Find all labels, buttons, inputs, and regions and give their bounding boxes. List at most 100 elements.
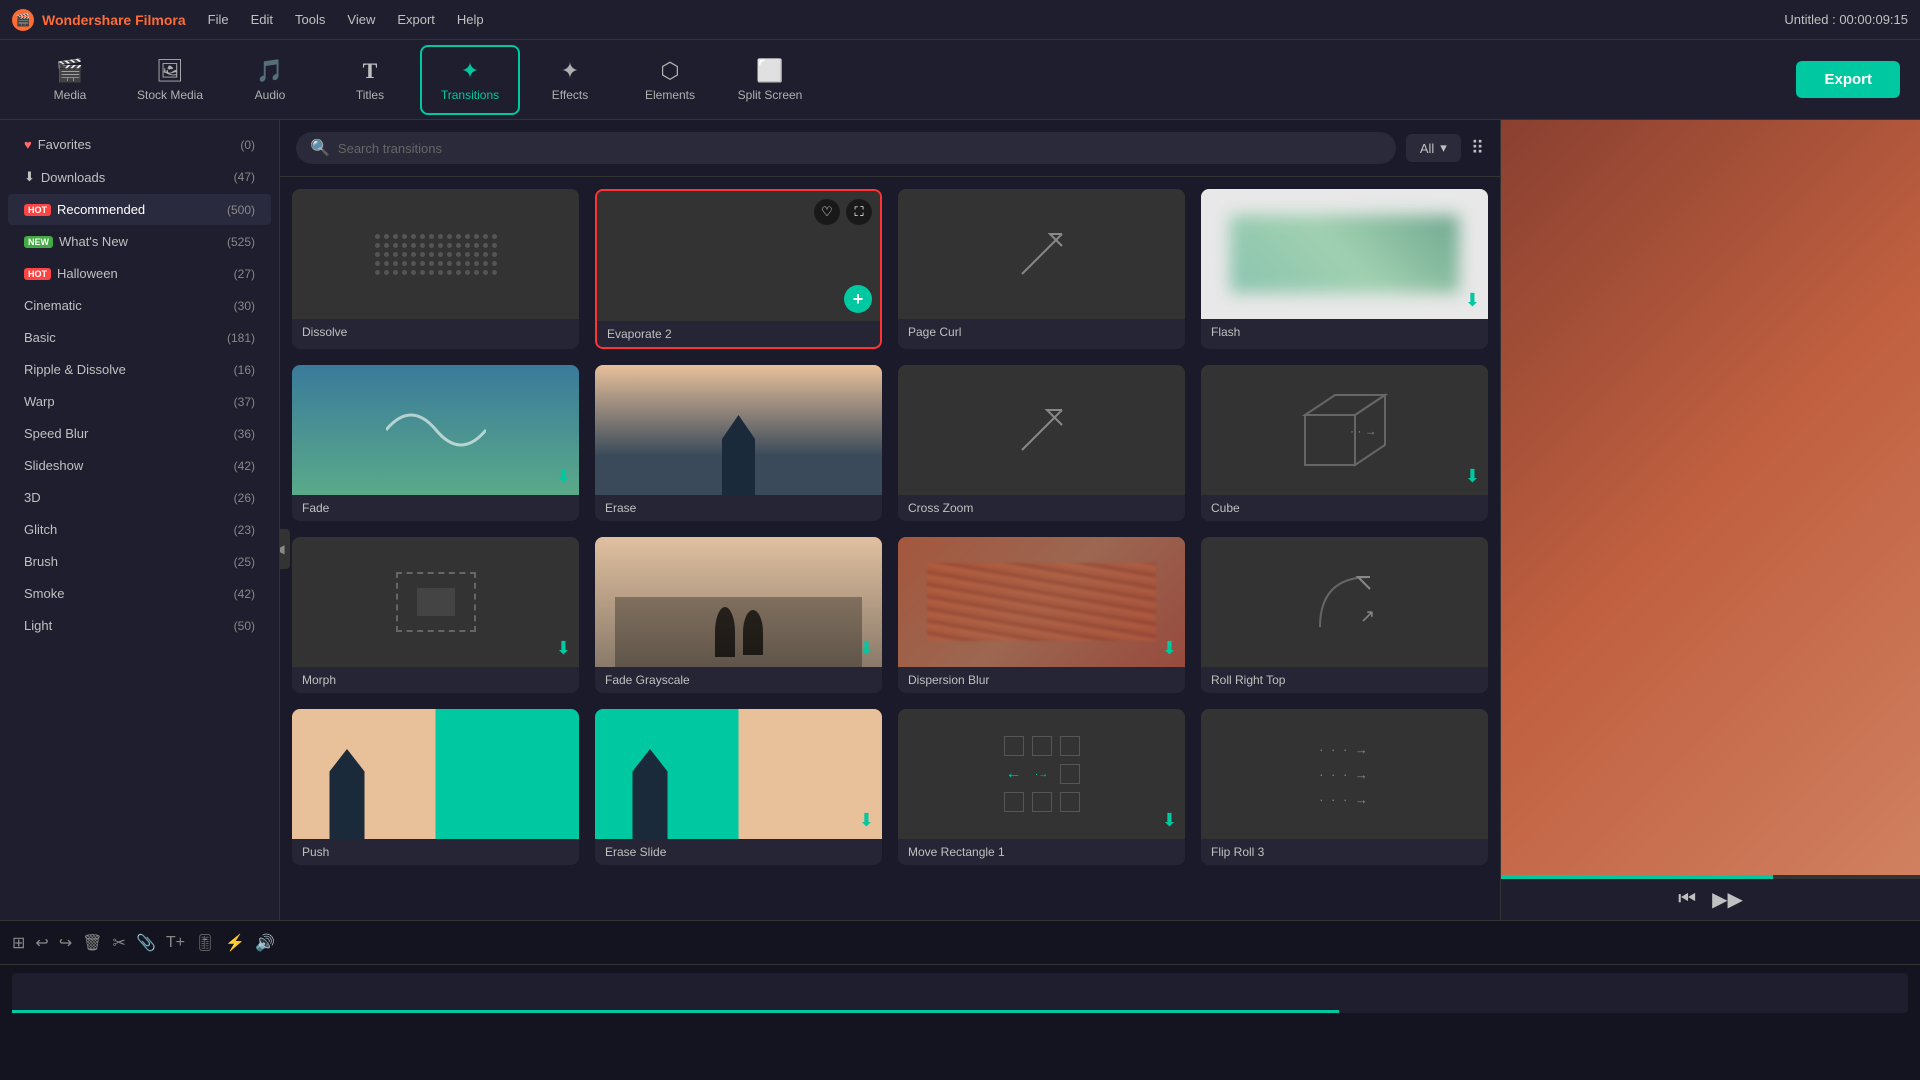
sidebar-light-count: (50)	[234, 619, 255, 633]
transition-card-dispersionblur[interactable]: ⬇ Dispersion Blur	[898, 537, 1185, 693]
app-name: Wondershare Filmora	[42, 12, 186, 28]
transition-card-dissolve[interactable]: Dissolve	[292, 189, 579, 349]
menu-export[interactable]: Export	[395, 8, 437, 31]
sidebar-item-recommended[interactable]: HOT Recommended (500)	[8, 194, 271, 225]
dispersionblur-label: Dispersion Blur	[898, 667, 1185, 693]
timeline-undo-button[interactable]: ↩	[35, 933, 48, 953]
crosszoom-svg	[1002, 390, 1082, 470]
moverect1-thumb: ← ·→ ⬇	[898, 709, 1185, 839]
sidebar-light-label: Light	[24, 618, 52, 633]
sidebar-item-3d[interactable]: 3D (26)	[8, 482, 271, 513]
favorite-icon[interactable]: ♡	[814, 199, 840, 225]
toolbar-transitions-label: Transitions	[441, 88, 499, 102]
morph-download-icon[interactable]: ⬇	[556, 638, 571, 659]
sidebar-item-light[interactable]: Light (50)	[8, 610, 271, 641]
card-actions-evaporate: ♡ ⛶	[814, 199, 872, 225]
sidebar-item-slideshow[interactable]: Slideshow (42)	[8, 450, 271, 481]
timeline-split-button[interactable]: ⚡	[225, 933, 245, 953]
sidebar-item-favorites[interactable]: ♥ Favorites (0)	[8, 129, 271, 160]
transition-card-flash[interactable]: ⬇ Flash	[1201, 189, 1488, 349]
menu-edit[interactable]: Edit	[249, 8, 275, 31]
toolbar-stock-media[interactable]: 🖼 Stock Media	[120, 45, 220, 115]
sidebar-item-glitch[interactable]: Glitch (23)	[8, 514, 271, 545]
timeline-grid-button[interactable]: ⊞	[12, 933, 25, 953]
eraseslide-building	[625, 749, 675, 839]
transition-card-rollrighttop[interactable]: ↗ Roll Right Top	[1201, 537, 1488, 693]
sidebar-item-brush[interactable]: Brush (25)	[8, 546, 271, 577]
timeline-delete-button[interactable]: 🗑	[82, 933, 102, 953]
transition-card-fliproll3[interactable]: · · · → · · · → · · · → Flip Roll 3	[1201, 709, 1488, 865]
transition-card-eraseslide[interactable]: ⬇ Erase Slide	[595, 709, 882, 865]
rect-box-7	[1004, 792, 1024, 812]
search-icon: 🔍	[310, 138, 330, 158]
search-input[interactable]	[338, 141, 1382, 156]
toolbar-elements[interactable]: ⬡ Elements	[620, 45, 720, 115]
filter-dropdown[interactable]: All ▾	[1406, 134, 1461, 162]
playback-rewind-button[interactable]: ⏮	[1678, 888, 1696, 911]
push-download-icon[interactable]: ⬇	[556, 810, 571, 831]
moverect-download-icon[interactable]: ⬇	[1162, 810, 1177, 831]
transition-card-pagecurl[interactable]: Page Curl	[898, 189, 1185, 349]
morph-outer-rect	[396, 572, 476, 632]
transition-card-morph[interactable]: ⬇ Morph	[292, 537, 579, 693]
menu-file[interactable]: File	[206, 8, 231, 31]
sidebar-item-warp[interactable]: Warp (37)	[8, 386, 271, 417]
flash-download-icon[interactable]: ⬇	[1465, 290, 1480, 311]
menu-items: File Edit Tools View Export Help	[206, 8, 486, 31]
sidebar-item-halloween[interactable]: HOT Halloween (27)	[8, 258, 271, 289]
transition-card-crosszoom[interactable]: Cross Zoom	[898, 365, 1185, 521]
pagecurl-svg	[1002, 214, 1082, 294]
toolbar-media[interactable]: 🎬 Media	[20, 45, 120, 115]
transition-card-push[interactable]: ⬇ Push	[292, 709, 579, 865]
fade-download-icon[interactable]: ⬇	[556, 466, 571, 487]
timeline-filter-button[interactable]: 🎚	[195, 933, 215, 953]
sidebar-item-downloads[interactable]: ⬇ Downloads (47)	[8, 161, 271, 193]
sidebar-item-basic[interactable]: Basic (181)	[8, 322, 271, 353]
timeline-text-button[interactable]: T+	[166, 934, 185, 952]
preview-progress-bar[interactable]	[1501, 875, 1920, 879]
app-logo-icon: 🎬	[12, 9, 34, 31]
menu-tools[interactable]: Tools	[293, 8, 327, 31]
timeline-progress-bar	[12, 1010, 1908, 1013]
sidebar-item-whats-new[interactable]: NEW What's New (525)	[8, 226, 271, 257]
cube-download-icon[interactable]: ⬇	[1465, 466, 1480, 487]
timeline-cut-button[interactable]: ✂	[113, 933, 126, 953]
rect-grid: ← ·→	[990, 722, 1094, 826]
add-to-timeline-button[interactable]: +	[844, 285, 872, 313]
fullscreen-icon[interactable]: ⛶	[846, 199, 872, 225]
export-button[interactable]: Export	[1796, 61, 1900, 98]
fadegrayscale-download-icon[interactable]: ⬇	[859, 638, 874, 659]
dispersion-download-icon[interactable]: ⬇	[1162, 638, 1177, 659]
timeline: ⊞ ↩ ↪ 🗑 ✂ 📎 T+ 🎚 ⚡ 🔊	[0, 920, 1920, 1080]
sidebar-item-cinematic[interactable]: Cinematic (30)	[8, 290, 271, 321]
fg-person1	[715, 607, 735, 657]
timeline-redo-button[interactable]: ↪	[59, 933, 72, 953]
toolbar-titles[interactable]: T Titles	[320, 45, 420, 115]
timeline-audio-button[interactable]: 🔊	[255, 933, 275, 953]
playback-play-button[interactable]: ▶▶	[1712, 887, 1743, 912]
sidebar-item-smoke[interactable]: Smoke (42)	[8, 578, 271, 609]
sidebar-item-ripple[interactable]: Ripple & Dissolve (16)	[8, 354, 271, 385]
erase-thumb	[595, 365, 882, 495]
menu-help[interactable]: Help	[455, 8, 486, 31]
menu-view[interactable]: View	[345, 8, 377, 31]
dissolve-dots	[361, 220, 511, 289]
sidebar-item-speed-blur[interactable]: Speed Blur (36)	[8, 418, 271, 449]
eraseslide-label: Erase Slide	[595, 839, 882, 865]
toolbar-effects[interactable]: ✦ Effects	[520, 45, 620, 115]
transition-card-evaporate2[interactable]: ♡ ⛶ + Evaporate 2	[595, 189, 882, 349]
transition-card-fade[interactable]: ⬇ Fade	[292, 365, 579, 521]
sidebar-slideshow-label: Slideshow	[24, 458, 83, 473]
toolbar-split-screen[interactable]: ⬜ Split Screen	[720, 45, 820, 115]
timeline-clip-button[interactable]: 📎	[136, 933, 156, 953]
grid-toggle-button[interactable]: ⠿	[1471, 138, 1484, 159]
transition-card-erase[interactable]: Erase	[595, 365, 882, 521]
transition-card-cube[interactable]: · · → ⬇ Cube	[1201, 365, 1488, 521]
toolbar-transitions[interactable]: ✦ Transitions	[420, 45, 520, 115]
rect-arrow-dots: ·→	[1032, 764, 1052, 784]
eraseslide-download-icon[interactable]: ⬇	[859, 810, 874, 831]
collapse-panel-arrow[interactable]: ◀	[280, 529, 290, 569]
toolbar-audio[interactable]: 🎵 Audio	[220, 45, 320, 115]
transition-card-moverect1[interactable]: ← ·→ ⬇ Move Rectangle 1	[898, 709, 1185, 865]
transition-card-fadegrayscale[interactable]: ⬇ Fade Grayscale	[595, 537, 882, 693]
